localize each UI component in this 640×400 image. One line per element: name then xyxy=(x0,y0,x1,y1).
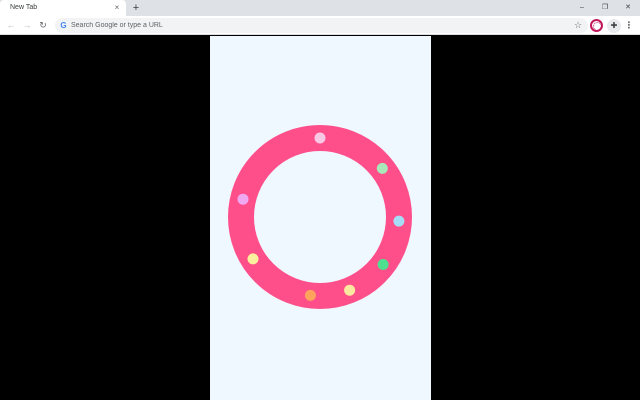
address-input[interactable] xyxy=(71,19,566,32)
dot-4 xyxy=(393,215,405,227)
game-panel[interactable] xyxy=(210,36,431,400)
extension-ring-icon[interactable] xyxy=(590,19,603,32)
omnibox[interactable]: G ☆ xyxy=(55,18,588,33)
page-viewport xyxy=(0,36,640,400)
new-tab-button[interactable]: + xyxy=(130,2,142,14)
dot-5 xyxy=(247,253,259,265)
bookmark-star-icon[interactable]: ☆ xyxy=(572,19,584,32)
tab-title: New Tab xyxy=(10,4,38,11)
back-arrow-icon[interactable]: ← xyxy=(5,19,17,31)
extensions-puzzle-icon[interactable]: ✚ xyxy=(607,19,621,33)
browser-menu-icon[interactable]: ⋮ xyxy=(624,19,634,32)
restore-icon[interactable]: ❐ xyxy=(598,2,612,14)
browser-toolbar: ← → ↻ G ☆ ✚ ⋮ xyxy=(0,16,640,35)
dot-2 xyxy=(376,162,388,174)
dot-3 xyxy=(237,193,249,205)
dot-1 xyxy=(314,132,326,144)
dot-7 xyxy=(344,284,356,296)
dot-8 xyxy=(304,289,316,301)
forward-arrow-icon[interactable]: → xyxy=(21,19,33,31)
reload-icon[interactable]: ↻ xyxy=(37,19,49,31)
dot-6 xyxy=(377,259,389,270)
minimize-icon[interactable]: – xyxy=(575,2,589,14)
close-window-icon[interactable]: ✕ xyxy=(621,2,635,14)
game-ring xyxy=(228,125,412,309)
tab-new-tab[interactable]: New Tab × xyxy=(0,0,126,16)
google-icon: G xyxy=(60,21,67,30)
tab-strip: New Tab × + – ❐ ✕ xyxy=(0,0,640,16)
close-tab-icon[interactable]: × xyxy=(112,3,122,13)
game-canvas[interactable] xyxy=(210,36,431,400)
